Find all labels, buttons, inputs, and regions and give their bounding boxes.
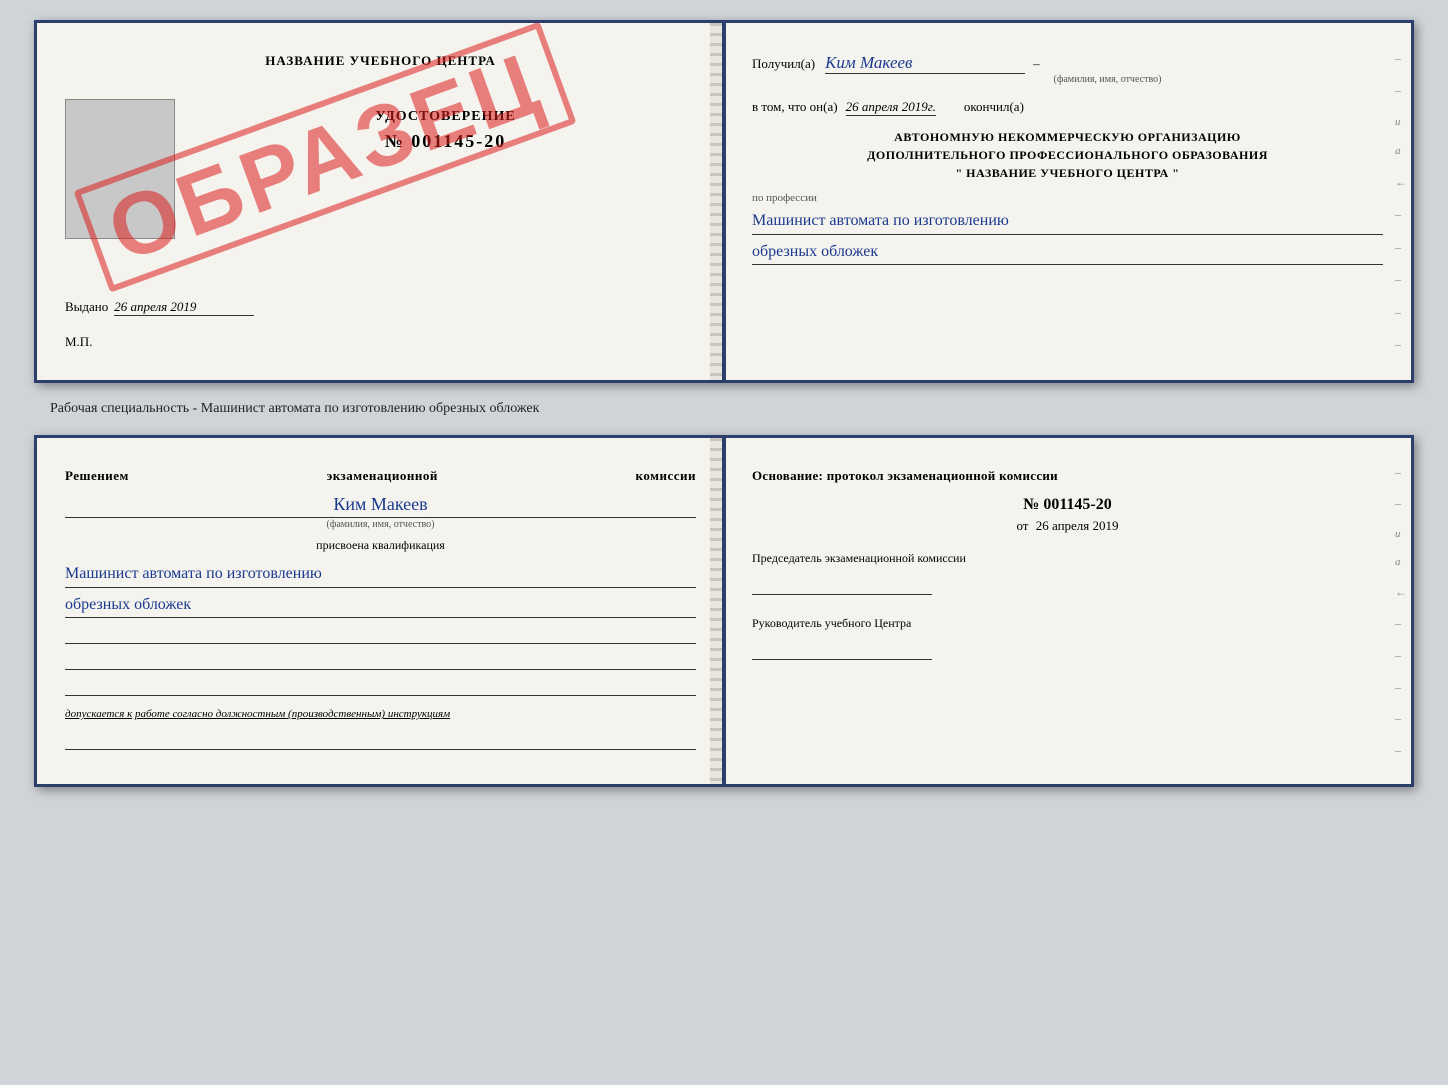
document-1: НАЗВАНИЕ УЧЕБНОГО ЦЕНТРА УДОСТОВЕРЕНИЕ №… [34, 20, 1414, 383]
qual-line1: Машинист автомата по изготовлению [65, 561, 696, 588]
org-line3: " НАЗВАНИЕ УЧЕБНОГО ЦЕНТРА " [752, 164, 1383, 182]
binding-decoration-2 [710, 438, 724, 784]
org-info: АВТОНОМНУЮ НЕКОММЕРЧЕСКУЮ ОРГАНИЗАЦИЮ ДО… [752, 128, 1383, 182]
blank-line-1 [65, 622, 696, 644]
photo-placeholder [65, 99, 175, 239]
chairman-signature-line [752, 573, 932, 595]
date-section: в том, что он(а) 26 апреля 2019г. окончи… [752, 99, 1383, 116]
doc2-left-page: Решением экзаменационной комиссии Ким Ма… [37, 438, 724, 784]
protocol-date-prefix: от [1016, 518, 1028, 533]
issued-date: 26 апреля 2019 [114, 299, 254, 316]
qualification-block: Машинист автомата по изготовлению обрезн… [65, 561, 696, 618]
body-text: в том, что он(а) [752, 99, 838, 115]
decision-label: Решением экзаменационной комиссии [65, 468, 696, 484]
blank-line-2 [65, 648, 696, 670]
person-block: Ким Макеев (фамилия, имя, отчество) [65, 494, 696, 530]
director-label: Руководитель учебного Центра [752, 615, 1383, 632]
protocol-date-value: 26 апреля 2019 [1036, 518, 1119, 533]
blank-line-3 [65, 674, 696, 696]
binding-decoration [710, 23, 724, 380]
right-side-dashes: – – и а ← – – – – – [1395, 23, 1407, 380]
issued-label: Выдано [65, 299, 108, 315]
org-line1: АВТОНОМНУЮ НЕКОММЕРЧЕСКУЮ ОРГАНИЗАЦИЮ [752, 128, 1383, 146]
protocol-date: от 26 апреля 2019 [752, 518, 1383, 534]
director-signature-line [752, 638, 932, 660]
received-name: Ким Макеев [825, 53, 1025, 74]
director-block: Руководитель учебного Центра [752, 615, 1383, 660]
admission-italic: работе согласно должностным (производств… [135, 708, 450, 720]
org-line2: ДОПОЛНИТЕЛЬНОГО ПРОФЕССИОНАЛЬНОГО ОБРАЗО… [752, 146, 1383, 164]
name-sublabel: (фамилия, имя, отчество) [832, 74, 1383, 85]
profession-line2: обрезных обложек [752, 239, 1383, 266]
school-name-left: НАЗВАНИЕ УЧЕБНОГО ЦЕНТРА [65, 53, 696, 69]
caption-text: Рабочая специальность - Машинист автомат… [20, 401, 539, 417]
document-2: Решением экзаменационной комиссии Ким Ма… [34, 435, 1414, 787]
doc1-left-page: НАЗВАНИЕ УЧЕБНОГО ЦЕНТРА УДОСТОВЕРЕНИЕ №… [37, 23, 724, 380]
protocol-number: № 001145-20 [752, 496, 1383, 514]
date-value: 26 апреля 2019г. [846, 99, 936, 116]
doc1-right-page: Получил(а) Ким Макеев – (фамилия, имя, о… [724, 23, 1411, 380]
admission-section: допускается к работе согласно должностны… [65, 708, 696, 720]
issued-line: Выдано 26 апреля 2019 [65, 299, 696, 316]
person-name: Ким Макеев [65, 494, 696, 515]
cert-title: УДОСТОВЕРЕНИЕ [195, 109, 696, 125]
received-label: Получил(а) [752, 56, 815, 72]
received-section: Получил(а) Ким Макеев – (фамилия, имя, о… [752, 53, 1383, 85]
chairman-label: Председатель экзаменационной комиссии [752, 550, 1383, 567]
assigned-label: присвоена квалификация [65, 538, 696, 553]
mp-label: М.П. [65, 334, 696, 350]
cert-number: № 001145-20 [195, 131, 696, 152]
profession-label: по профессии [752, 192, 1383, 204]
right-side-dashes-2: – – и а ← – – – – – [1395, 438, 1407, 784]
finished-label: окончил(а) [964, 99, 1024, 115]
chairman-block: Председатель экзаменационной комиссии [752, 550, 1383, 595]
doc2-right-page: Основание: протокол экзаменационной коми… [724, 438, 1411, 784]
basis-label: Основание: протокол экзаменационной коми… [752, 468, 1383, 484]
blank-line-4 [65, 728, 696, 750]
qual-line2: обрезных обложек [65, 592, 696, 619]
profession-line1: Машинист автомата по изготовлению [752, 208, 1383, 235]
person-sublabel: (фамилия, имя, отчество) [65, 517, 696, 530]
admission-text: допускается к [65, 708, 132, 720]
